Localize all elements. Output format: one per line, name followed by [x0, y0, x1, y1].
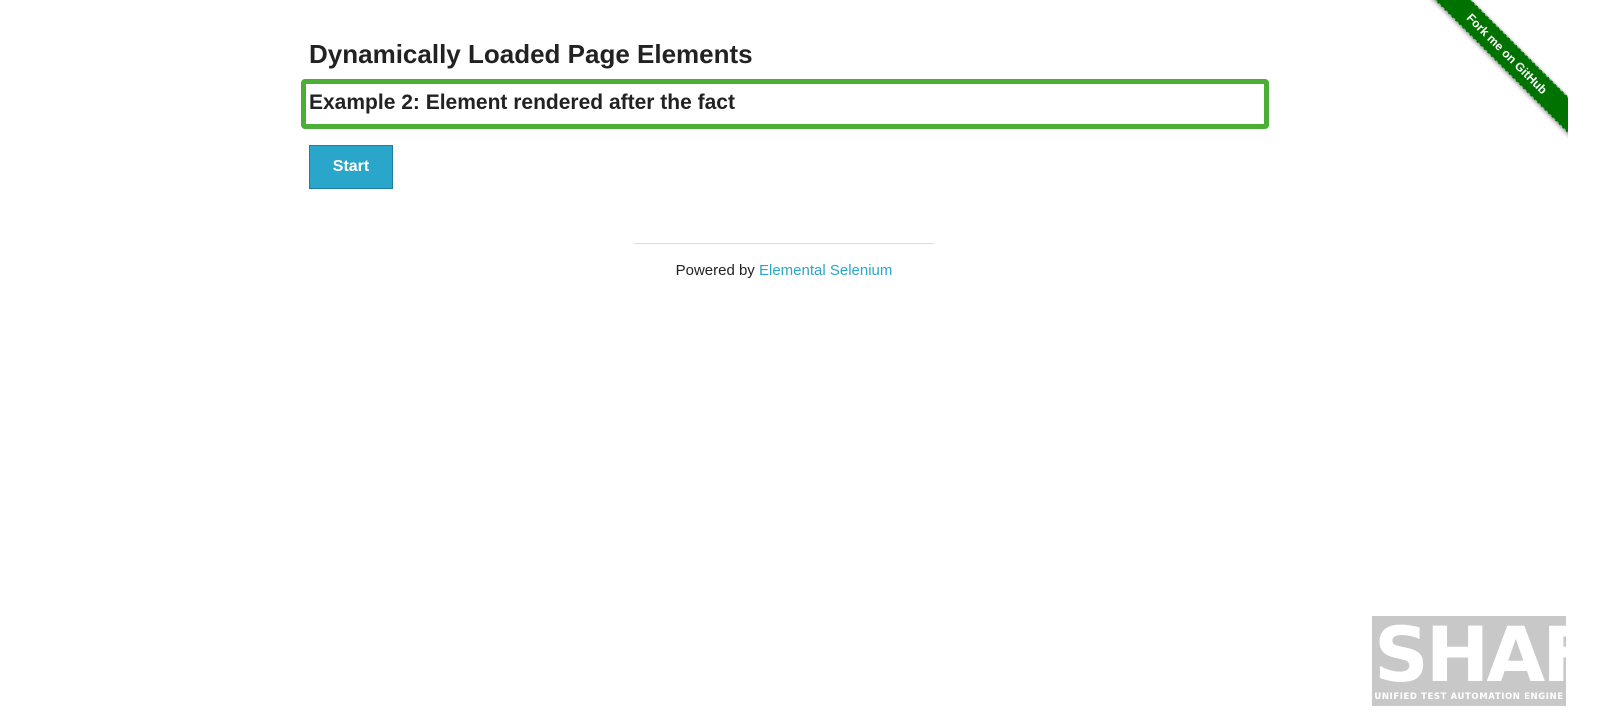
elemental-selenium-link[interactable]: Elemental Selenium	[759, 262, 892, 279]
page-title: Dynamically Loaded Page Elements	[309, 39, 753, 69]
powered-by-text: Powered by	[675, 262, 759, 279]
shaft-logo-title: SHAFT	[1374, 610, 1600, 699]
footer-divider	[634, 243, 934, 244]
shaft-logo: SHAFT UNIFIED TEST AUTOMATION ENGINE	[1372, 610, 1600, 706]
example-heading: Example 2: Element rendered after the fa…	[309, 91, 735, 114]
page: Dynamically Loaded Page Elements Example…	[0, 0, 1600, 721]
fork-me-ribbon[interactable]: Fork me on GitHub	[1418, 0, 1568, 138]
shaft-logo-subtitle: UNIFIED TEST AUTOMATION ENGINE	[1374, 692, 1564, 702]
fork-ribbon-container: Fork me on GitHub	[1418, 0, 1568, 150]
fork-me-ribbon-label: Fork me on GitHub	[1463, 10, 1550, 97]
footer: Powered by Elemental Selenium	[634, 261, 934, 281]
start-button[interactable]: Start	[309, 145, 393, 189]
